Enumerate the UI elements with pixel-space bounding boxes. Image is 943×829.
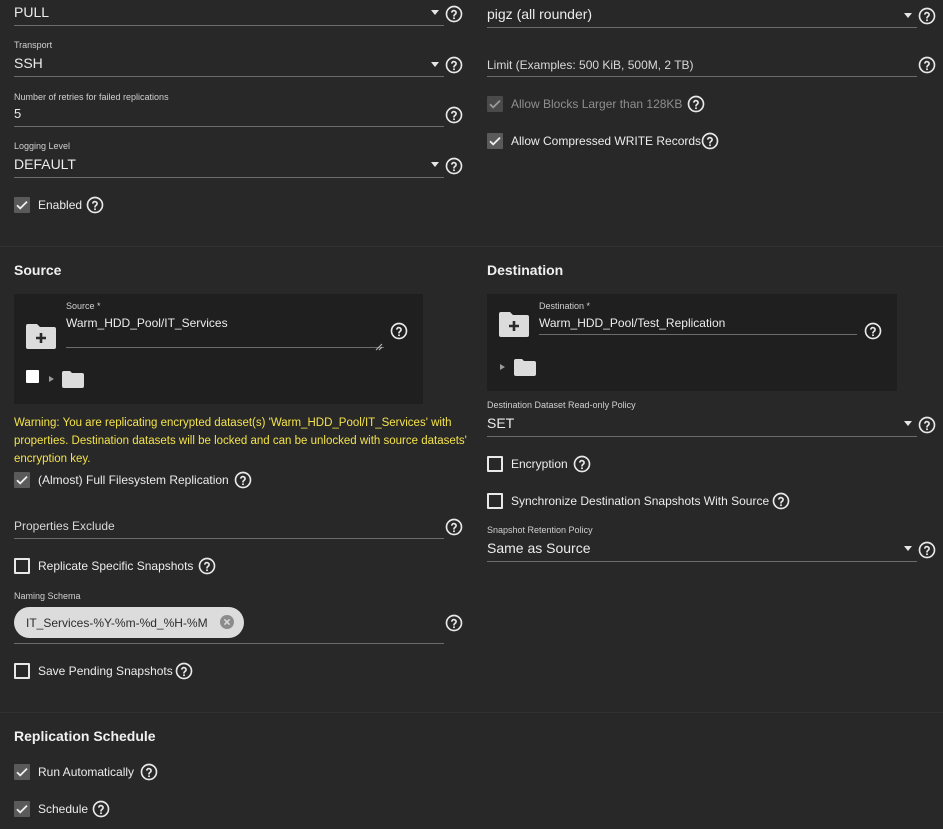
direction-help-icon[interactable]	[445, 5, 463, 23]
run-automatically-help-icon[interactable]	[140, 763, 158, 781]
expand-arrow-icon[interactable]	[49, 376, 54, 382]
properties-exclude-underline	[14, 538, 444, 539]
readonly-underline	[487, 436, 917, 437]
sync-snapshots-label: Synchronize Destination Snapshots With S…	[511, 494, 770, 508]
add-folder-icon[interactable]	[498, 310, 530, 343]
save-pending-help-icon[interactable]	[175, 662, 193, 680]
section-divider	[0, 246, 943, 247]
compression-dropdown-icon[interactable]	[904, 13, 912, 18]
encryption-warning: Warning: You are replicating encrypted d…	[14, 417, 467, 465]
run-automatically-checkbox[interactable]	[14, 764, 30, 780]
direction-value[interactable]: PULL	[14, 4, 49, 20]
replicate-specific-help-icon[interactable]	[198, 557, 216, 575]
compression-help-icon[interactable]	[918, 7, 936, 25]
naming-schema-underline	[14, 643, 444, 644]
retries-label: Number of retries for failed replication…	[14, 92, 169, 102]
direction-underline	[14, 25, 444, 26]
encryption-label: Encryption	[511, 457, 568, 471]
retries-help-icon[interactable]	[445, 106, 463, 124]
allow-compressed-help-icon[interactable]	[701, 132, 719, 150]
schedule-label: Schedule	[38, 802, 89, 816]
full-fs-label: (Almost) Full Filesystem Replication	[38, 473, 229, 487]
folder-icon	[62, 371, 84, 393]
limit-help-icon[interactable]	[918, 56, 936, 74]
sync-snapshots-checkbox[interactable]	[487, 493, 503, 509]
run-automatically-label: Run Automatically	[38, 765, 135, 779]
full-fs-help-icon[interactable]	[234, 471, 252, 489]
logging-level-value[interactable]: DEFAULT	[14, 156, 76, 172]
destination-underline	[539, 334, 857, 335]
limit-input[interactable]: Limit (Examples: 500 KiB, 500M, 2 TB)	[487, 58, 694, 72]
transport-underline	[14, 76, 444, 77]
source-title: Source	[14, 262, 62, 278]
encryption-checkbox[interactable]	[487, 456, 503, 472]
readonly-policy-value[interactable]: SET	[487, 415, 514, 431]
folder-icon	[514, 359, 536, 381]
retention-policy-value[interactable]: Same as Source	[487, 540, 591, 556]
compression-underline	[487, 27, 917, 28]
replicate-specific-checkbox[interactable]	[14, 558, 30, 574]
allow-large-blocks-label: Allow Blocks Larger than 128KB	[511, 97, 683, 111]
chip-remove-icon[interactable]	[220, 615, 234, 632]
add-folder-icon[interactable]	[25, 322, 57, 355]
enabled-label: Enabled	[38, 198, 83, 212]
retries-input[interactable]: 5	[14, 106, 21, 121]
readonly-policy-label: Destination Dataset Read-only Policy	[487, 400, 636, 410]
transport-dropdown-icon[interactable]	[431, 62, 439, 67]
resize-handle-icon[interactable]	[375, 338, 383, 356]
naming-schema-chip-label: IT_Services-%Y-%m-%d_%H-%M	[26, 616, 208, 630]
section-divider	[0, 712, 943, 713]
readonly-help-icon[interactable]	[918, 416, 936, 434]
enabled-help-icon[interactable]	[86, 196, 104, 214]
naming-schema-label: Naming Schema	[14, 591, 81, 601]
transport-label: Transport	[14, 40, 53, 50]
full-fs-checkbox[interactable]	[14, 472, 30, 488]
retention-help-icon[interactable]	[918, 541, 936, 559]
destination-help-icon[interactable]	[864, 322, 882, 340]
save-pending-checkbox[interactable]	[14, 663, 30, 679]
direction-dropdown-icon[interactable]	[431, 10, 439, 15]
allow-compressed-label: Allow Compressed WRITE Records	[511, 134, 702, 148]
source-underline	[66, 347, 384, 348]
enabled-checkbox[interactable]	[14, 197, 30, 213]
schedule-title: Replication Schedule	[14, 728, 156, 744]
retention-underline	[487, 561, 917, 562]
source-help-icon[interactable]	[390, 322, 408, 340]
destination-title: Destination	[487, 262, 564, 278]
allow-large-blocks-help-icon[interactable]	[687, 95, 705, 113]
destination-field-label: Destination *	[539, 301, 591, 311]
transport-help-icon[interactable]	[445, 56, 463, 74]
save-pending-label: Save Pending Snapshots	[38, 664, 173, 678]
sync-snapshots-help-icon[interactable]	[772, 492, 790, 510]
schedule-checkbox[interactable]	[14, 801, 30, 817]
logging-level-label: Logging Level	[14, 141, 71, 151]
source-input[interactable]: Warm_HDD_Pool/IT_Services	[66, 316, 228, 330]
expand-arrow-icon[interactable]	[500, 364, 505, 370]
properties-exclude-input[interactable]: Properties Exclude	[14, 519, 115, 533]
retention-dropdown-icon[interactable]	[904, 546, 912, 551]
compression-value[interactable]: pigz (all rounder)	[487, 6, 592, 22]
logging-underline	[14, 177, 444, 178]
retries-underline	[14, 126, 444, 127]
allow-large-blocks-checkbox[interactable]	[487, 96, 503, 112]
limit-underline	[487, 76, 917, 77]
naming-schema-help-icon[interactable]	[445, 614, 463, 632]
replicate-specific-label: Replicate Specific Snapshots	[38, 559, 194, 573]
encryption-help-icon[interactable]	[573, 455, 591, 473]
destination-input[interactable]: Warm_HDD_Pool/Test_Replication	[539, 316, 725, 330]
retention-policy-label: Snapshot Retention Policy	[487, 525, 593, 535]
schedule-help-icon[interactable]	[92, 800, 110, 818]
allow-compressed-checkbox[interactable]	[487, 133, 503, 149]
source-field-label: Source *	[66, 301, 101, 311]
properties-exclude-help-icon[interactable]	[445, 518, 463, 536]
source-tree-checkbox[interactable]	[26, 370, 39, 383]
readonly-dropdown-icon[interactable]	[904, 421, 912, 426]
logging-help-icon[interactable]	[445, 157, 463, 175]
logging-dropdown-icon[interactable]	[431, 162, 439, 167]
transport-value[interactable]: SSH	[14, 55, 43, 71]
naming-schema-chip[interactable]: IT_Services-%Y-%m-%d_%H-%M	[14, 607, 244, 638]
